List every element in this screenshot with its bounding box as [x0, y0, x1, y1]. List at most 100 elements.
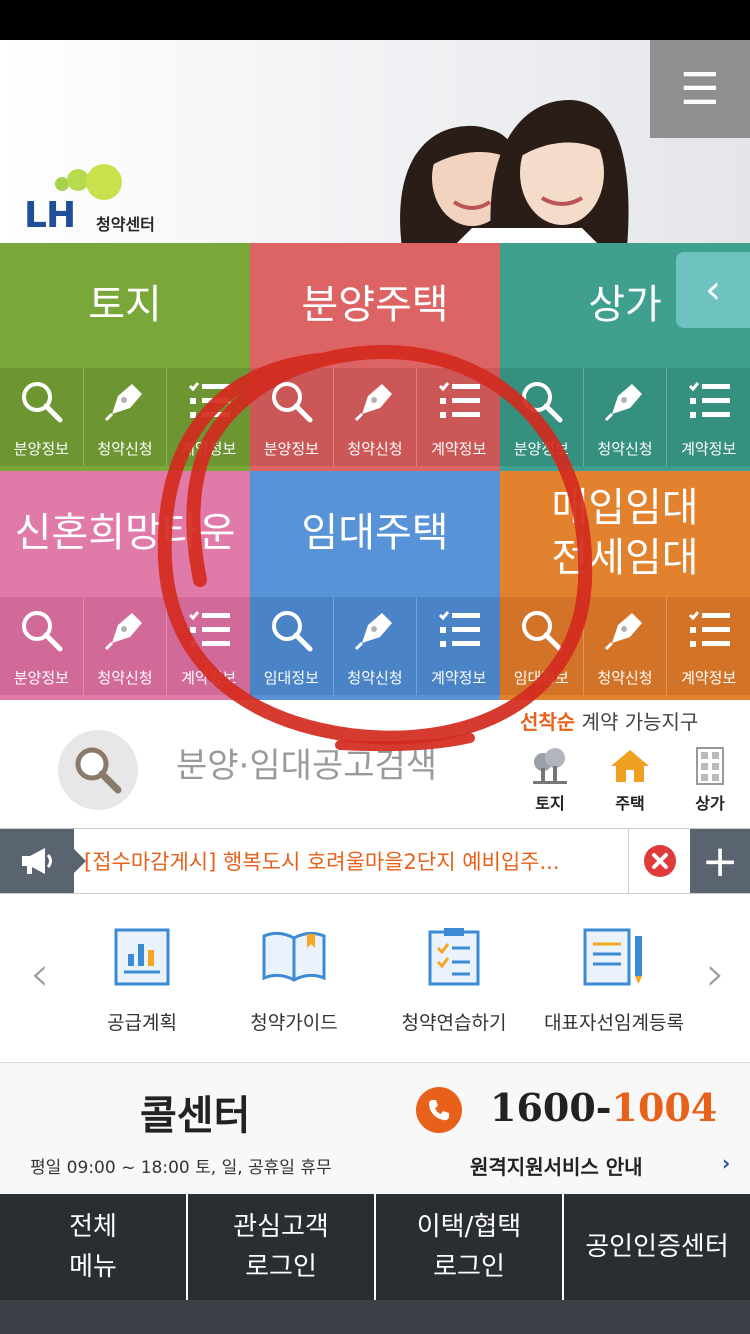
- category-action-info[interactable]: 임대정보: [250, 597, 334, 695]
- list-icon: [686, 607, 732, 653]
- quick-next-button[interactable]: ›: [706, 946, 725, 1002]
- megaphone-icon: [0, 829, 86, 893]
- nav-interest-login[interactable]: 관심고객 로그인: [188, 1194, 376, 1300]
- category-tile: 분양주택분양정보 청약신청 계약정보: [250, 243, 500, 471]
- call-center-number-prefix: 1600-: [490, 1085, 612, 1130]
- nav-certificate-center[interactable]: 공인인증센터: [564, 1194, 750, 1300]
- form-pencil-icon: [583, 928, 642, 986]
- notice-text[interactable]: [접수마감게시] 행복도시 호려울마을2단지 예비입주...: [84, 846, 560, 876]
- first-come-rest: 계약 가능지구: [575, 710, 699, 734]
- category-title[interactable]: 신혼희망타운: [0, 509, 250, 557]
- pen-icon: [352, 378, 398, 424]
- search-icon: [75, 747, 122, 794]
- search-icon: [268, 378, 314, 424]
- chevron-right-icon: ›: [722, 1151, 731, 1175]
- category-action-label: 계약정보: [431, 669, 487, 687]
- quick-item-label: 청약연습하기: [401, 1012, 507, 1034]
- side-tab-toggle[interactable]: ‹: [676, 252, 750, 328]
- nav-other-login[interactable]: 이택/협택 로그인: [376, 1194, 564, 1300]
- remote-support-link[interactable]: 원격지원서비스 안내: [470, 1151, 643, 1180]
- category-action-apply[interactable]: 청약신청: [334, 597, 418, 695]
- menu-button[interactable]: ☰: [650, 40, 750, 138]
- call-center: 콜센터 1600-1004 평일 09:00 ~ 18:00 토, 일, 공휴일…: [0, 1062, 750, 1194]
- first-come-label: 토지: [535, 794, 565, 813]
- category-action-contract[interactable]: 계약정보: [667, 368, 750, 466]
- category-action-label: 임대정보: [513, 669, 569, 687]
- first-come-house[interactable]: 주택: [590, 746, 670, 814]
- list-icon: [186, 378, 232, 424]
- category-action-label: 임대정보: [263, 669, 319, 687]
- category-action-contract[interactable]: 계약정보: [667, 597, 750, 695]
- category-title[interactable]: 매입임대 전세임대: [500, 483, 750, 583]
- first-come-label: 상가: [695, 794, 725, 813]
- list-icon: [186, 607, 232, 653]
- first-come-label: 주택: [615, 794, 645, 813]
- category-title[interactable]: 토지: [0, 281, 250, 329]
- search-button[interactable]: [58, 730, 138, 810]
- category-action-label: 분양정보: [263, 440, 319, 458]
- category-action-contract[interactable]: 계약정보: [167, 368, 250, 466]
- house-icon: [611, 750, 649, 782]
- category-tile: 신혼희망타운분양정보 청약신청 계약정보: [0, 471, 250, 700]
- category-title[interactable]: 임대주택: [250, 509, 500, 557]
- category-action-contract[interactable]: 계약정보: [167, 597, 250, 695]
- quick-item-guide[interactable]: 청약가이드: [214, 926, 374, 1035]
- category-tile: 토지분양정보 청약신청 계약정보: [0, 243, 250, 471]
- category-action-label: 계약정보: [681, 440, 737, 458]
- first-come-land[interactable]: 토지: [510, 746, 590, 814]
- category-action-apply[interactable]: 청약신청: [84, 368, 168, 466]
- category-action-info[interactable]: 임대정보: [500, 597, 584, 695]
- pen-icon: [602, 378, 648, 424]
- category-title[interactable]: 분양주택: [250, 281, 500, 329]
- category-tile: 임대주택임대정보 청약신청 계약정보: [250, 471, 500, 700]
- category-action-apply[interactable]: 청약신청: [584, 368, 668, 466]
- quick-item-representative[interactable]: 대표자선임계등록: [534, 926, 694, 1035]
- category-action-label: 청약신청: [597, 669, 653, 687]
- notice-more-button[interactable]: +: [690, 829, 750, 893]
- category-action-apply[interactable]: 청약신청: [84, 597, 168, 695]
- category-action-info[interactable]: 분양정보: [0, 368, 84, 466]
- category-action-contract[interactable]: 계약정보: [417, 368, 500, 466]
- category-action-label: 청약신청: [347, 669, 403, 687]
- call-center-number[interactable]: 1600-1004: [490, 1085, 717, 1130]
- search-icon: [518, 378, 564, 424]
- logo-text: LH: [24, 195, 76, 236]
- tree-icon: [533, 748, 567, 784]
- chart-doc-icon: [114, 928, 170, 986]
- quick-item-label: 대표자선임계등록: [544, 1012, 684, 1034]
- category-actions: 분양정보 청약신청 계약정보: [250, 368, 500, 466]
- quick-item-practice[interactable]: 청약연습하기: [374, 926, 534, 1035]
- pen-icon: [352, 607, 398, 653]
- quick-item-supply-plan[interactable]: 공급계획: [62, 926, 222, 1035]
- list-icon: [436, 378, 482, 424]
- first-come-shop[interactable]: 상가: [670, 746, 750, 814]
- category-action-label: 분양정보: [13, 440, 69, 458]
- category-actions: 분양정보 청약신청 계약정보: [500, 368, 750, 466]
- category-action-info[interactable]: 분양정보: [500, 368, 584, 466]
- search-icon: [268, 607, 314, 653]
- status-bar: [0, 0, 750, 40]
- category-action-apply[interactable]: 청약신청: [334, 368, 418, 466]
- call-center-number-suffix: 1004: [611, 1085, 718, 1130]
- pen-icon: [102, 378, 148, 424]
- phone-icon: [416, 1087, 462, 1133]
- category-actions: 분양정보 청약신청 계약정보: [0, 368, 250, 466]
- category-action-contract[interactable]: 계약정보: [417, 597, 500, 695]
- logo-subtitle: 청약센터: [96, 215, 155, 234]
- nav-all-menu[interactable]: 전체 메뉴: [0, 1194, 188, 1300]
- category-action-info[interactable]: 분양정보: [250, 368, 334, 466]
- checklist-icon: [428, 928, 480, 986]
- category-action-apply[interactable]: 청약신청: [584, 597, 668, 695]
- search-label[interactable]: 분양·임대공고검색: [176, 738, 437, 787]
- category-action-label: 청약신청: [347, 440, 403, 458]
- notice-close-button[interactable]: [628, 829, 690, 893]
- bottom-nav: 전체 메뉴 관심고객 로그인 이택/협택 로그인 공인인증센터: [0, 1194, 750, 1300]
- call-center-hours: 평일 09:00 ~ 18:00 토, 일, 공휴일 휴무: [30, 1158, 332, 1178]
- list-icon: [686, 378, 732, 424]
- search-area: 분양·임대공고검색 선착순 계약 가능지구 토지 주택 상가: [0, 700, 750, 828]
- book-icon: [262, 931, 326, 982]
- category-actions: 임대정보 청약신청 계약정보: [500, 597, 750, 695]
- quick-prev-button[interactable]: ‹: [30, 946, 49, 1002]
- category-action-info[interactable]: 분양정보: [0, 597, 84, 695]
- category-action-label: 계약정보: [681, 669, 737, 687]
